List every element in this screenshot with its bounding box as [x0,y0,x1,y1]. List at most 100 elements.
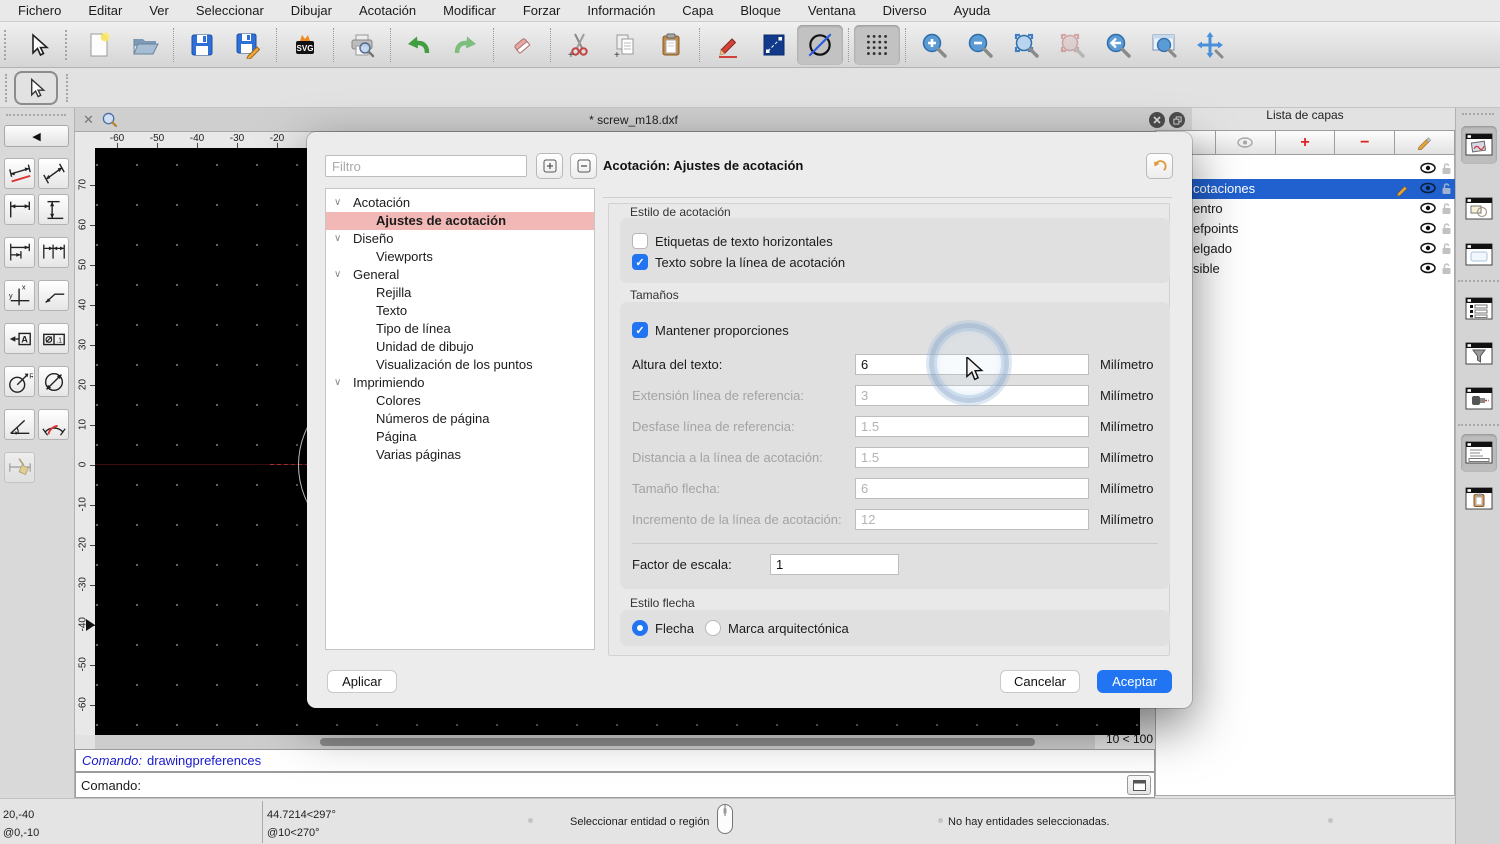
menu-modificar[interactable]: Modificar [443,3,496,18]
tree-item-ajustes-de-acotacion[interactable]: Ajustes de acotación [326,212,594,230]
expand-all-button[interactable] [536,153,563,179]
command-window-button[interactable] [1127,775,1151,795]
back-button[interactable]: ◀ [4,125,69,147]
dim-linear-button[interactable] [38,158,69,189]
dim-arc-button[interactable] [38,409,69,440]
radio-row-flecha[interactable]: Flecha [632,620,694,636]
line-tool-icon[interactable] [751,25,797,65]
library-browser-window-icon[interactable] [1461,236,1497,274]
arrow-size-input[interactable] [855,478,1089,499]
layer-visible-eye-icon[interactable] [1420,222,1436,237]
tree-item-visualizacion-puntos[interactable]: Visualización de los puntos [326,356,594,374]
tree-item-numeros-de-pagina[interactable]: Números de página [326,410,594,428]
paste-icon[interactable] [648,25,694,65]
layer-lock-icon[interactable] [1441,242,1452,258]
horizontal-scrollbar[interactable] [95,735,1095,749]
block-list-window-icon[interactable] [1461,190,1497,228]
tree-item-texto[interactable]: Texto [326,302,594,320]
tree-item-acotacion[interactable]: ∨Acotación [326,194,594,212]
dim-ordinate-button[interactable]: xy [4,280,35,311]
apply-button[interactable]: Aplicar [327,670,397,693]
radio-row-marca-arquitectonica[interactable]: Marca arquitectónica [705,620,849,636]
plugin-window-icon[interactable] [1461,380,1497,418]
offset-line-input[interactable] [855,416,1089,437]
tree-item-colores[interactable]: Colores [326,392,594,410]
zoom-auto-icon[interactable] [1003,25,1049,65]
entity-list-window-icon[interactable] [1461,290,1497,328]
draw-pencil-icon[interactable] [705,25,751,65]
tree-item-imprimiendo[interactable]: ∨Imprimiendo [326,374,594,392]
layer-row-selected[interactable]: cotaciones [1156,179,1456,199]
select-tool-button[interactable] [14,71,58,105]
copy-icon[interactable]: + [602,25,648,65]
layer-lock-icon[interactable] [1441,222,1452,238]
dim-text-button[interactable]: A [4,323,35,354]
dimension-line-increment-input[interactable] [855,509,1089,530]
restore-defaults-button[interactable] [1146,153,1173,179]
layer-edit-pencil-icon[interactable] [1396,182,1410,199]
dimension-gap-input[interactable] [855,447,1089,468]
circle-slash-icon[interactable] [797,25,843,65]
cut-icon[interactable]: + [556,25,602,65]
cancel-button[interactable]: Cancelar [1000,670,1080,693]
menu-diverso[interactable]: Diverso [883,3,927,18]
dim-tolerance-button[interactable]: .1 [38,323,69,354]
layer-row[interactable]: sible [1156,259,1456,279]
radio-selected[interactable] [632,620,648,636]
checkbox-row-horizontal-labels[interactable]: Etiquetas de texto horizontales [632,233,833,249]
edit-layer-pencil-icon[interactable] [1395,130,1455,155]
toolbar-handle[interactable] [65,30,72,60]
delete-eraser-icon[interactable] [499,25,545,65]
tree-item-pagina[interactable]: Página [326,428,594,446]
layer-row[interactable]: elgado [1156,239,1456,259]
zoom-in-icon[interactable] [911,25,957,65]
dim-diametric-button[interactable] [38,366,69,397]
svg-export-icon[interactable]: SVG [282,25,328,65]
menu-ventana[interactable]: Ventana [808,3,856,18]
redo-icon[interactable] [442,25,488,65]
checkbox-unchecked[interactable] [632,233,648,249]
menu-capa[interactable]: Capa [682,3,713,18]
accept-button[interactable]: Aceptar [1097,670,1172,693]
dim-baseline-button[interactable] [4,237,35,268]
print-preview-icon[interactable] [339,25,385,65]
menu-fichero[interactable]: Fichero [18,3,61,18]
undo-icon[interactable] [396,25,442,65]
radio-unselected[interactable] [705,620,721,636]
dim-vertical-button[interactable] [38,194,69,225]
tree-item-general[interactable]: ∨General [326,266,594,284]
layer-row[interactable]: efpoints [1156,219,1456,239]
open-file-icon[interactable] [122,25,168,65]
menu-ayuda[interactable]: Ayuda [954,3,991,18]
new-file-icon[interactable] [76,25,122,65]
toggle-visibility-eye-icon[interactable] [1216,130,1276,155]
command-input[interactable] [146,777,1127,794]
layer-visible-eye-icon[interactable] [1420,202,1436,217]
tab-title[interactable]: * screw_m18.dxf [75,113,1192,127]
toolbar-handle[interactable] [4,30,11,60]
dim-aligned-button[interactable] [4,158,35,189]
select-arrow-icon[interactable] [15,25,61,65]
collapse-all-button[interactable] [570,153,597,179]
save-as-icon[interactable] [225,25,271,65]
dim-continue-button[interactable] [38,237,69,268]
tree-item-rejilla[interactable]: Rejilla [326,284,594,302]
layer-lock-icon[interactable] [1441,182,1452,198]
add-layer-plus-icon[interactable]: + [1276,130,1336,155]
menu-seleccionar[interactable]: Seleccionar [196,3,264,18]
dim-broom-button[interactable] [4,452,35,483]
remove-layer-minus-icon[interactable]: − [1335,130,1395,155]
dim-horizontal-button[interactable] [4,194,35,225]
zoom-out-icon[interactable] [957,25,1003,65]
layer-list-window-icon[interactable] [1461,126,1497,164]
clipboard-window-icon[interactable] [1461,480,1497,518]
checkbox-checked[interactable]: ✓ [632,254,648,270]
dim-radial-button[interactable]: R [4,366,35,397]
dim-angular-button[interactable] [4,409,35,440]
checkbox-row-text-over-line[interactable]: ✓ Texto sobre la línea de acotación [632,254,845,270]
filter-window-icon[interactable] [1461,335,1497,373]
layer-visible-eye-icon[interactable] [1420,262,1436,277]
dim-leader-button[interactable] [38,280,69,311]
layer-lock-icon[interactable] [1441,162,1452,178]
checkbox-row-keep-proportions[interactable]: ✓ Mantener proporciones [632,322,789,338]
